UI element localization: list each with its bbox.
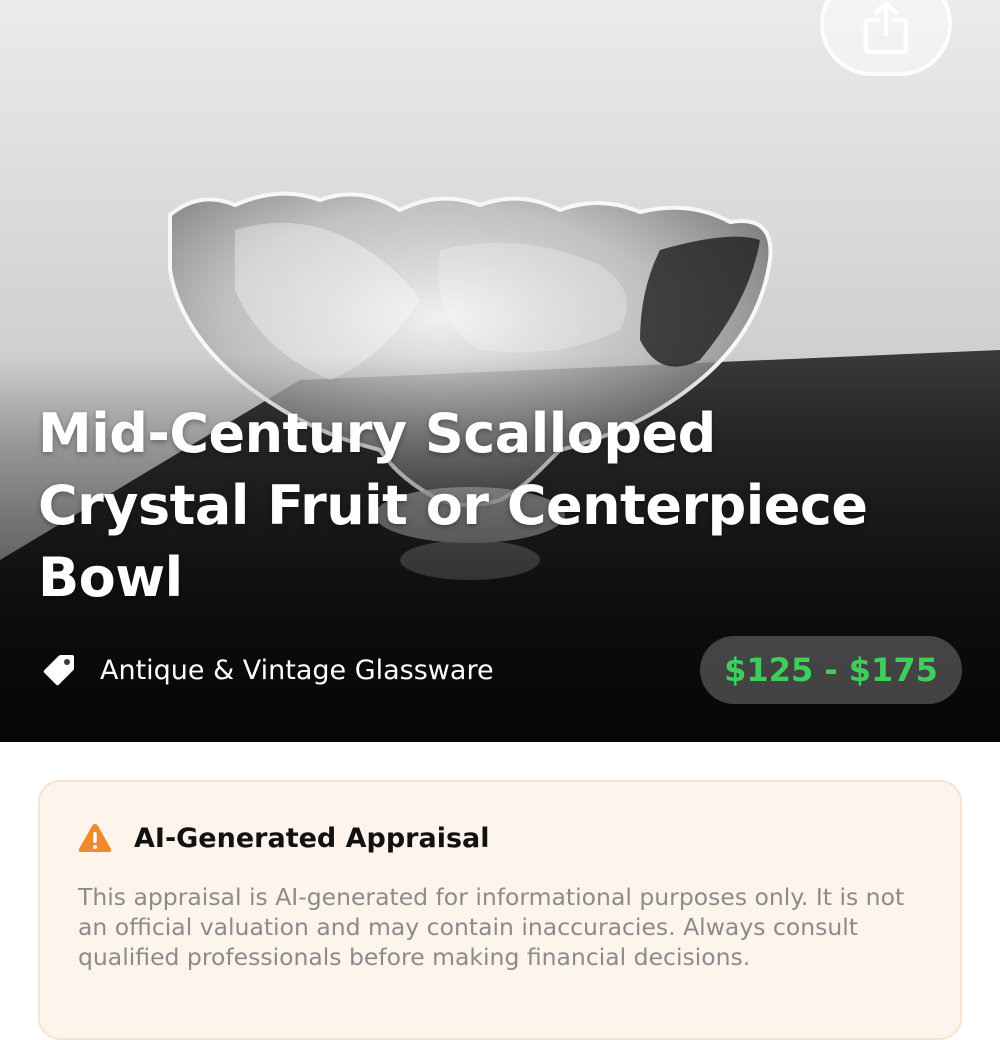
item-title: Mid-Century Scalloped Crystal Fruit or C…: [38, 402, 868, 609]
hero-section: Mid-Century Scalloped Crystal Fruit or C…: [0, 0, 1000, 742]
price-range-badge: $125 - $175: [700, 636, 962, 704]
disclaimer-title: AI-Generated Appraisal: [134, 822, 490, 854]
ai-disclaimer-card: AI-Generated Appraisal This appraisal is…: [38, 780, 962, 1040]
disclaimer-header: AI-Generated Appraisal: [78, 816, 922, 860]
disclaimer-body: This appraisal is AI-generated for infor…: [78, 883, 905, 971]
category-label: Antique & Vintage Glassware: [100, 654, 494, 686]
warning-icon: [78, 824, 112, 852]
category-row: Antique & Vintage Glassware: [40, 648, 494, 692]
hero-gradient-overlay: [0, 0, 1000, 742]
price-range: $125 - $175: [724, 651, 938, 689]
share-icon: [863, 0, 909, 55]
tag-icon: [40, 651, 78, 689]
share-button[interactable]: [820, 0, 952, 76]
